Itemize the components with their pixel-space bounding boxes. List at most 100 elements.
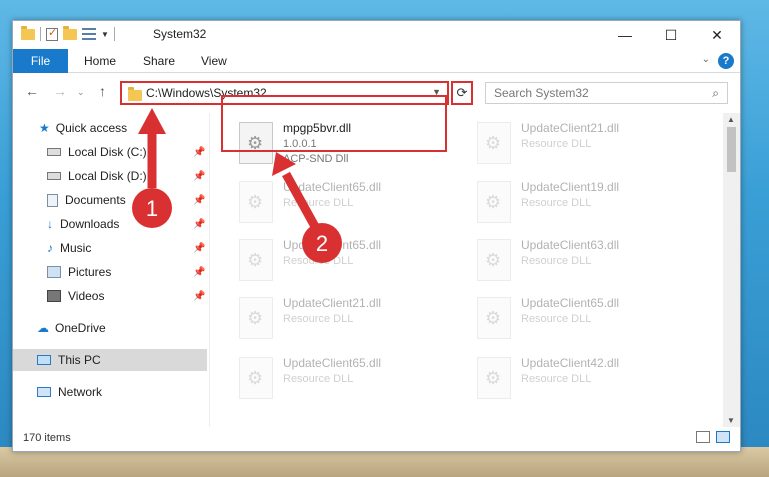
sidebar-item-label: Network [58,385,103,399]
sidebar-item-this-pc[interactable]: This PC [37,349,101,371]
file-list: mpgp5bvr.dll 1.0.0.1 ACP-SND Dll UpdateC… [223,113,723,427]
file-description: Resource DLL [283,313,354,325]
file-description: Resource DLL [521,197,592,209]
ribbon: File Home Share View ⌄ ? [13,49,740,73]
sidebar-item-label: Music [60,241,92,255]
sidebar-item-music[interactable]: ♪ Music [47,237,91,259]
new-folder-icon[interactable] [63,25,77,40]
customize-toolbar-icon[interactable]: ▼ [101,30,109,39]
search-placeholder: Search System32 [494,86,589,100]
sidebar-item-label: Local Disk (D:) [68,169,147,183]
sidebar-item-label: This PC [58,353,101,367]
videos-icon [47,290,61,302]
pin-icon[interactable]: 📌 [193,243,205,254]
file-description: Resource DLL [521,373,592,385]
file-tile[interactable]: UpdateClient63.dll Resource DLL [473,235,703,287]
recent-locations-icon[interactable]: ⌄ [77,87,85,98]
search-input[interactable]: Search System32 ⌕ [485,82,728,104]
dll-file-icon [477,181,511,223]
file-tile[interactable]: UpdateClient65.dll Resource DLL [235,353,465,405]
maximize-button[interactable]: ☐ [648,21,694,49]
separator [40,27,41,41]
tab-home[interactable]: Home [84,49,116,73]
sidebar-item-label: Local Disk (C:) [68,145,147,159]
dll-file-icon [477,122,511,164]
pin-icon[interactable]: 📌 [193,291,205,302]
sidebar-item-downloads[interactable]: ↓ Downloads [47,213,119,235]
dll-file-icon [239,239,273,281]
downloads-icon: ↓ [47,217,53,231]
dll-file-icon [477,239,511,281]
file-tile[interactable]: UpdateClient65.dll Resource DLL [473,293,703,345]
scroll-thumb[interactable] [727,127,736,172]
item-count: 170 items [23,432,71,444]
main-area: ★ Quick access Local Disk (C:) 📌 Local D… [13,113,740,427]
forward-arrow-icon[interactable]: → [53,83,67,99]
file-tile[interactable]: UpdateClient65.dll Resource DLL [235,177,465,229]
file-description: ACP-SND Dll [283,153,349,165]
file-description: Resource DLL [283,255,354,267]
properties-icon[interactable] [82,28,96,40]
sidebar-item-label: Documents [65,193,126,207]
expand-ribbon-icon[interactable]: ⌄ [702,54,710,65]
pin-icon[interactable]: 📌 [193,267,205,278]
computer-icon [37,355,51,365]
sidebar-item-pictures[interactable]: Pictures [47,261,111,283]
details-view-icon[interactable] [696,431,710,443]
sidebar-item-network[interactable]: Network [37,381,102,403]
vertical-scrollbar[interactable]: ▲ ▼ [723,113,740,427]
minimize-button[interactable]: — [602,21,648,49]
file-tile[interactable]: UpdateClient65.dll Resource DLL [235,235,465,287]
sidebar-item-documents[interactable]: Documents [47,189,126,211]
sidebar-item-label: Downloads [60,217,120,231]
sidebar-item-local-disk-c[interactable]: Local Disk (C:) [47,141,147,163]
cloud-icon: ☁ [37,321,49,335]
sidebar-item-label: Quick access [55,121,128,135]
file-tile[interactable]: UpdateClient42.dll Resource DLL [473,353,703,405]
help-icon[interactable]: ? [718,53,734,69]
refresh-button[interactable]: ⟳ [451,81,473,105]
pin-icon[interactable]: 📌 [193,171,205,182]
file-name: UpdateClient19.dll [521,180,620,194]
scroll-down-icon[interactable]: ▼ [727,416,735,425]
sidebar-item-local-disk-d[interactable]: Local Disk (D:) [47,165,147,187]
file-tile[interactable]: UpdateClient19.dll Resource DLL [473,177,703,229]
dll-file-icon [477,297,511,339]
dll-file-icon [477,357,511,399]
tab-view[interactable]: View [201,49,227,73]
quick-access-toolbar: ▼ [21,25,115,41]
dll-file-icon [239,181,273,223]
tab-file[interactable]: File [13,49,68,73]
sidebar-item-label: Pictures [68,265,112,279]
pin-icon[interactable]: 📌 [193,195,205,206]
pin-icon[interactable]: 📌 [193,147,205,158]
file-explorer-window: ▼ System32 — ☐ ✕ File Home Share View ⌄ … [12,20,741,452]
back-arrow-icon[interactable]: ← [25,83,39,99]
file-tile[interactable]: UpdateClient21.dll Resource DLL [235,293,465,345]
file-description: Resource DLL [521,255,592,267]
dll-file-icon [239,297,273,339]
tiles-view-icon[interactable] [716,431,730,443]
separator [113,27,115,41]
status-bar: 170 items [13,425,740,451]
file-highlight-box [221,95,447,152]
sidebar-item-quick-access[interactable]: ★ Quick access [39,117,127,139]
file-name: UpdateClient65.dll [521,296,620,310]
drive-icon [47,172,61,180]
sidebar-item-videos[interactable]: Videos [47,285,104,307]
file-name: UpdateClient21.dll [283,296,382,310]
folder-icon [128,87,142,101]
file-name: UpdateClient65.dll [283,238,382,252]
sidebar-item-onedrive[interactable]: ☁ OneDrive [37,317,106,339]
pin-icon[interactable]: 📌 [193,219,205,230]
tab-share[interactable]: Share [143,49,175,73]
drive-icon [47,148,61,156]
file-name: UpdateClient63.dll [521,238,620,252]
scroll-up-icon[interactable]: ▲ [727,115,735,124]
file-name: UpdateClient65.dll [283,180,382,194]
properties-check-icon[interactable] [46,26,58,41]
close-button[interactable]: ✕ [694,21,740,49]
pane-divider [209,113,210,427]
up-arrow-icon[interactable]: ↑ [99,83,106,99]
file-tile[interactable]: UpdateClient21.dll Resource DLL [473,118,703,170]
